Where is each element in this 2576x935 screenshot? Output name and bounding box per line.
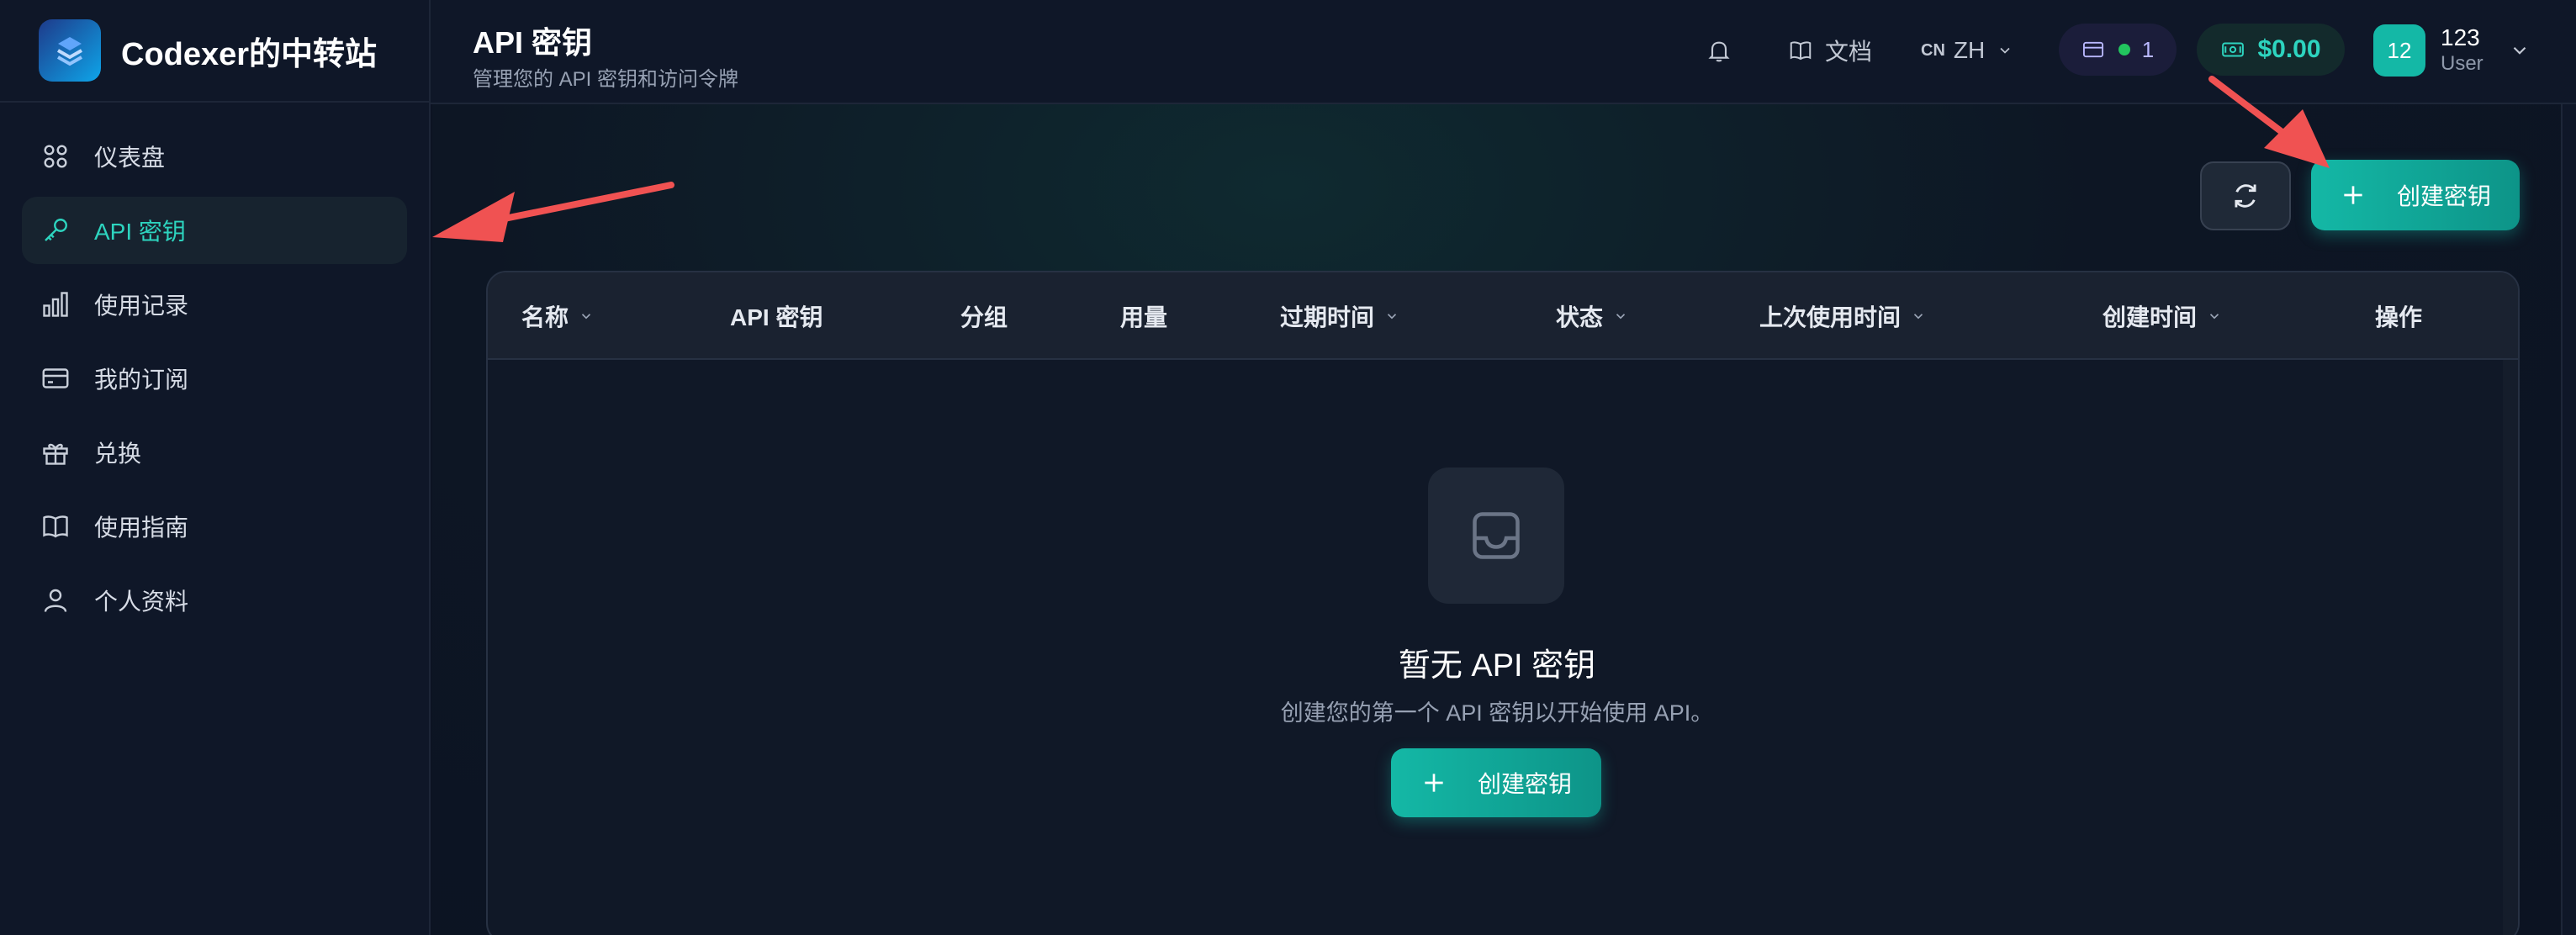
sidebar-item-label: 兑换: [94, 441, 142, 467]
column-label: 过期时间: [1280, 304, 1375, 330]
language-flag: CN: [1921, 40, 1945, 60]
balance-value: $0.00: [2257, 35, 2321, 63]
refresh-icon: [2235, 184, 2256, 208]
column-header-expires[interactable]: 过期时间: [1280, 272, 1399, 360]
table-body: 暂无 API 密钥 创建您的第一个 API 密钥以开始使用 API。 创建密钥: [488, 360, 2518, 935]
page-subtitle: 管理您的 API 密钥和访问令牌: [473, 68, 739, 91]
column-label: 名称: [521, 304, 569, 330]
bar-chart-icon: [40, 289, 71, 320]
column-header-api-key: API 密钥: [730, 272, 823, 360]
sidebar-item-usage[interactable]: 使用记录: [22, 271, 407, 338]
gift-icon: [40, 437, 71, 468]
plus-icon: [2344, 186, 2362, 204]
book-icon: [1790, 41, 1812, 61]
sidebar-item-api-keys[interactable]: API 密钥: [22, 197, 407, 264]
user-name: 123: [2441, 24, 2480, 50]
column-header-usage: 用量: [1120, 272, 1167, 360]
page-title: API 密钥: [473, 25, 593, 60]
credit-card-icon: [2082, 41, 2103, 58]
bell-icon: [1708, 41, 1730, 62]
column-label: API 密钥: [730, 304, 823, 330]
chevron-down-icon: [581, 314, 591, 320]
wallet-icon: [2222, 42, 2245, 57]
plus-icon: [1425, 774, 1443, 792]
refresh-button[interactable]: [2200, 161, 2291, 230]
sidebar-nav: 仪表盘 API 密钥 使用记录 我的订阅 兑换 使用指南 个人资料: [0, 103, 429, 634]
sidebar-item-label: API 密钥: [94, 219, 186, 245]
docs-label: 文档: [1825, 39, 1873, 65]
column-label: 状态: [1556, 304, 1604, 330]
language-selector[interactable]: CN ZH: [1921, 30, 2013, 71]
dashboard-icon: [40, 141, 71, 172]
top-header: API 密钥 管理您的 API 密钥和访问令牌 文档 CN ZH 1 $0.00…: [431, 0, 2576, 104]
sidebar-item-dashboard[interactable]: 仪表盘: [22, 123, 407, 190]
chevron-down-icon: [2000, 47, 2010, 54]
create-key-label: 创建密钥: [2396, 183, 2491, 209]
column-label: 创建时间: [2103, 304, 2198, 330]
column-header-status[interactable]: 状态: [1556, 272, 1628, 360]
inbox-icon: [1428, 468, 1564, 604]
subscription-badge[interactable]: 1: [2059, 24, 2177, 76]
docs-link[interactable]: 文档: [1788, 30, 1872, 71]
column-header-last-used[interactable]: 上次使用时间: [1759, 272, 1926, 360]
column-header-name[interactable]: 名称: [521, 272, 594, 360]
chevron-down-icon: [1913, 314, 1923, 320]
sidebar-item-label: 我的订阅: [94, 367, 189, 393]
sidebar-item-subscriptions[interactable]: 我的订阅: [22, 345, 407, 412]
key-icon: [40, 215, 71, 246]
sidebar: Codexer的中转站 仪表盘 API 密钥 使用记录 我的订阅 兑换 使用指南…: [0, 0, 431, 935]
sidebar-item-label: 使用指南: [94, 515, 189, 541]
column-header-actions: 操作: [2375, 272, 2422, 360]
column-label: 操作: [2375, 304, 2423, 330]
sidebar-item-label: 仪表盘: [94, 145, 166, 171]
column-label: 分组: [960, 304, 1008, 330]
chevron-down-icon: [1387, 314, 1397, 320]
brand-name: Codexer的中转站: [121, 36, 378, 72]
brand[interactable]: Codexer的中转站: [0, 0, 429, 103]
column-header-created[interactable]: 创建时间: [2103, 272, 2222, 360]
column-label: 上次使用时间: [1759, 304, 1902, 330]
sidebar-item-label: 个人资料: [94, 589, 189, 615]
chevron-down-icon: [2513, 46, 2526, 55]
avatar: 12: [2373, 24, 2425, 77]
column-header-group: 分组: [960, 272, 1008, 360]
empty-state-title: 暂无 API 密钥: [1398, 648, 1596, 684]
notifications-button[interactable]: [1701, 32, 1738, 69]
book-icon: [40, 511, 71, 541]
api-keys-table: 名称 API 密钥 分组 用量 过期时间 状态 上次使用时间 创建时间 操作 暂…: [486, 271, 2520, 935]
user-menu[interactable]: 12 123 User: [2373, 20, 2531, 81]
language-label: ZH: [1953, 37, 1986, 63]
balance-badge[interactable]: $0.00: [2197, 24, 2345, 76]
create-key-button[interactable]: 创建密钥: [2311, 160, 2520, 230]
status-dot: [2118, 44, 2130, 55]
page-scrollbar[interactable]: [2561, 104, 2576, 935]
subscription-count: 1: [2141, 36, 2155, 62]
sidebar-item-guide[interactable]: 使用指南: [22, 493, 407, 560]
sidebar-item-label: 使用记录: [94, 293, 189, 319]
empty-state-description: 创建您的第一个 API 密钥以开始使用 API。: [1280, 700, 1714, 726]
sidebar-item-profile[interactable]: 个人资料: [22, 567, 407, 634]
user-icon: [40, 585, 71, 615]
chevron-down-icon: [2209, 314, 2219, 320]
sidebar-item-redeem[interactable]: 兑换: [22, 419, 407, 486]
credit-card-icon: [40, 363, 71, 394]
column-label: 用量: [1120, 304, 1168, 330]
brand-logo-icon: [39, 19, 101, 82]
chevron-down-icon: [1616, 314, 1626, 320]
table-header: 名称 API 密钥 分组 用量 过期时间 状态 上次使用时间 创建时间 操作: [488, 272, 2518, 360]
user-role: User: [2441, 52, 2483, 75]
create-key-empty-button[interactable]: 创建密钥: [1391, 748, 1601, 817]
create-key-label: 创建密钥: [1477, 771, 1572, 797]
